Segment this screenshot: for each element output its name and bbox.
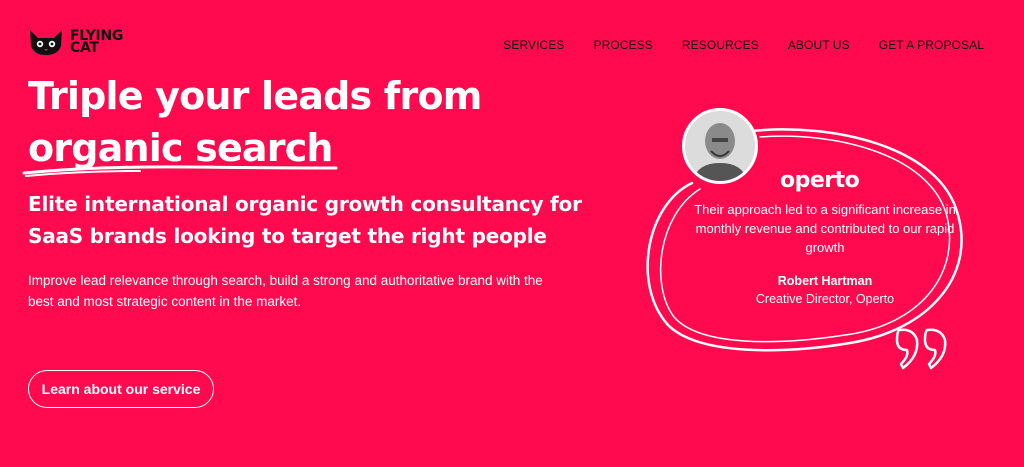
brand-line-2: CAT: [70, 40, 99, 56]
nav-resources[interactable]: RESOURCES: [682, 38, 759, 52]
landing-page: FLYING CAT SERVICES PROCESS RESOURCES AB…: [0, 0, 1024, 467]
main-nav: SERVICES PROCESS RESOURCES ABOUT US GET …: [503, 38, 984, 52]
hero-subheadline: Elite international organic growth consu…: [28, 192, 582, 248]
testimonial-role: Creative Director, Operto: [755, 292, 895, 306]
testimonial-author: Robert Hartman: [777, 274, 873, 288]
learn-about-service-button[interactable]: Learn about our service: [28, 370, 214, 408]
cat-logo-icon: [30, 30, 62, 55]
quote-mark-icon: [895, 328, 947, 370]
testimonial-company: operto: [780, 168, 860, 193]
person-avatar-icon: [685, 111, 755, 181]
brand-wordmark: FLYING CAT: [70, 29, 123, 56]
nav-services[interactable]: SERVICES: [503, 38, 564, 52]
headline-line-1: Triple your leads from: [28, 74, 482, 118]
nav-get-a-proposal[interactable]: GET A PROPOSAL: [879, 38, 984, 52]
testimonial-quote: Their approach led to a significant incr…: [694, 202, 956, 255]
nav-process[interactable]: PROCESS: [594, 38, 653, 52]
brand-logo[interactable]: FLYING CAT: [28, 28, 123, 56]
avatar: [682, 108, 758, 184]
nav-about-us[interactable]: ABOUT US: [788, 38, 850, 52]
hero-description: Improve lead relevance through search, b…: [28, 273, 543, 309]
headline-underline: [22, 165, 338, 177]
